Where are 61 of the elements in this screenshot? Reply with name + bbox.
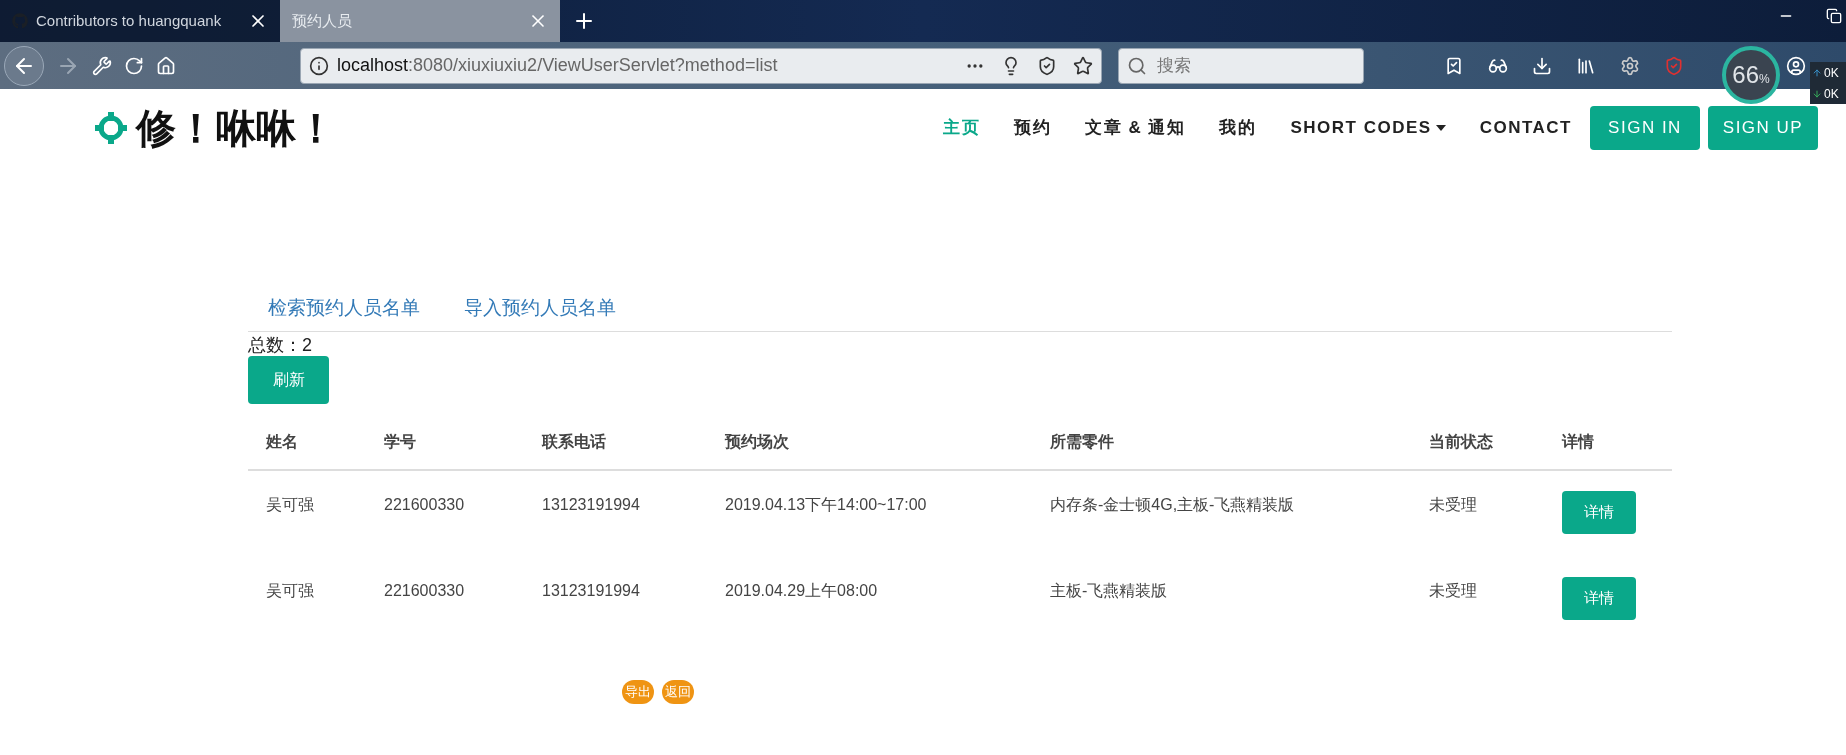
nav-link[interactable]: CONTACT	[1479, 115, 1572, 141]
table-cell: 13123191994	[524, 469, 707, 557]
tab-title: Contributors to huangquank	[36, 10, 223, 31]
download-icon[interactable]	[1532, 55, 1552, 76]
table-cell: 吴可强	[248, 469, 366, 557]
footer-button[interactable]: 导出	[622, 679, 654, 704]
table-cell: 221600330	[366, 469, 524, 557]
details-button[interactable]: 详情	[1562, 490, 1636, 534]
table-cell-text: 主板-飞燕精装版	[1049, 580, 1169, 601]
upload-icon	[1812, 67, 1822, 78]
column-header: 姓名	[248, 415, 366, 470]
table-cell: 2019.04.13下午14:00~17:00	[707, 469, 1032, 557]
auth-button[interactable]: SIGN IN	[1590, 106, 1700, 150]
auth-button[interactable]: SIGN UP	[1708, 106, 1818, 150]
browser-tab[interactable]: 预约人员	[280, 0, 560, 42]
table-cell-text: 未受理	[1428, 580, 1478, 601]
info-icon	[309, 55, 329, 76]
bookmark-icon[interactable]	[1444, 55, 1464, 76]
wrench-icon[interactable]	[92, 55, 112, 76]
content-tab[interactable]: 导入预约人员名单	[464, 294, 616, 323]
site-logo[interactable]: 修！咻咻！	[136, 98, 336, 158]
gauge-reading: 66%	[1732, 60, 1770, 90]
column-header: 当前状态	[1411, 415, 1544, 470]
nav-link[interactable]: 文章 & 通知	[1085, 115, 1186, 141]
table-cell-text: 13123191994	[541, 580, 641, 601]
nav-link[interactable]: 预约	[1014, 115, 1052, 141]
home-icon[interactable]	[156, 55, 176, 76]
download-speed: 0K	[1824, 85, 1839, 103]
star-icon[interactable]	[1073, 55, 1093, 76]
address-bar[interactable]: localhost:8080/xiuxiuxiu2/ViewUserServlet?method=list	[300, 47, 1102, 84]
search-field[interactable]: 搜索	[1118, 47, 1364, 84]
table-cell-text: 吴可强	[265, 580, 315, 601]
upload-speed: 0K	[1824, 64, 1839, 82]
column-header: 预约场次	[707, 415, 1032, 470]
settings-icon[interactable]	[1620, 55, 1640, 76]
tab-title: 预约人员	[292, 10, 353, 31]
column-header: 学号	[366, 415, 524, 470]
crosshair-logo-icon	[94, 111, 128, 145]
details-button[interactable]: 详情	[1562, 576, 1636, 620]
download-speed-icon	[1812, 88, 1822, 99]
caret-icon	[1435, 125, 1446, 131]
total-count: 总数：2	[248, 333, 313, 356]
nav-link[interactable]: 我的	[1219, 115, 1257, 141]
search-icon	[1127, 55, 1147, 76]
column-header: 详情	[1544, 415, 1672, 470]
column-header: 联系电话	[524, 415, 707, 470]
nav-link[interactable]: 主页	[943, 115, 981, 141]
table-cell: 未受理	[1411, 469, 1544, 557]
column-header: 所需零件	[1032, 415, 1411, 470]
footer-button[interactable]: 返回	[662, 679, 694, 704]
table-cell-text: 2019.04.29上午08:00	[724, 580, 879, 601]
reload-icon[interactable]	[124, 55, 144, 76]
content-tab[interactable]: 检索预约人员名单	[268, 294, 420, 323]
back-button[interactable]	[4, 45, 44, 86]
restore-icon[interactable]	[1826, 8, 1842, 24]
account-icon[interactable]	[1786, 55, 1806, 76]
nav-dropdown[interactable]: SHORT CODES	[1290, 115, 1446, 141]
refresh-button[interactable]: 刷新	[248, 355, 329, 404]
table-cell-text: 221600330	[383, 580, 466, 601]
url-text: localhost:8080/xiuxiuxiu2/ViewUserServlet?method=list	[337, 54, 779, 77]
table-cell: 内存条-金士顿4G,主板-飞燕精装版	[1032, 469, 1411, 557]
